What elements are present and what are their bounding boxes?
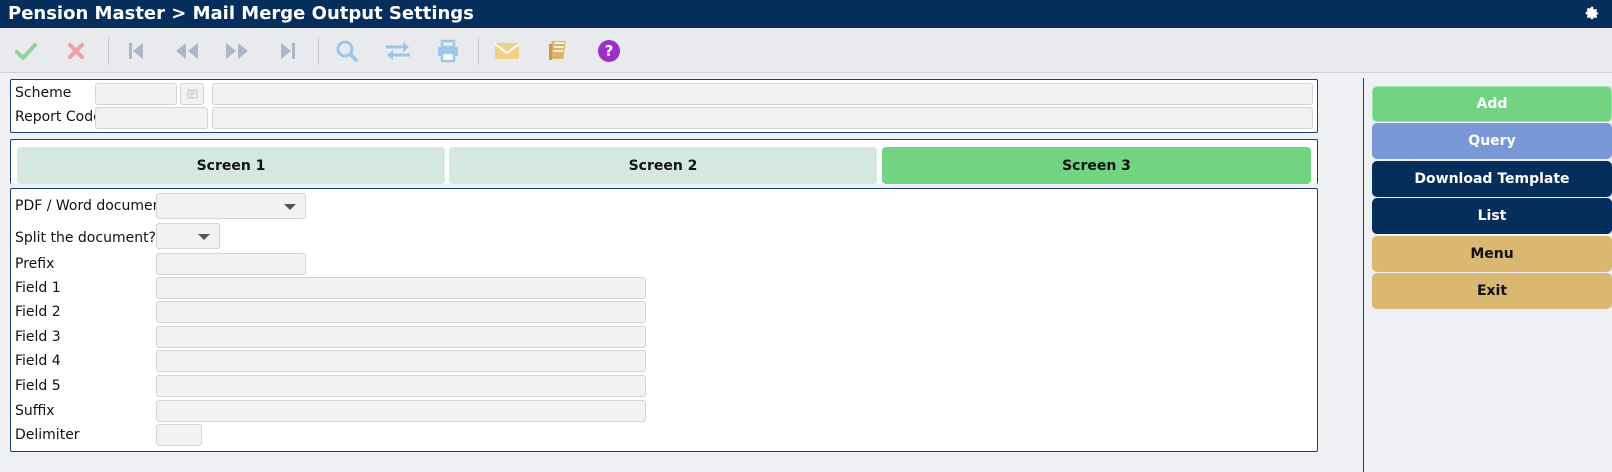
previous-record-icon[interactable] [172,36,202,66]
page-title: Pension Master > Mail Merge Output Setti… [8,3,474,24]
mail-icon[interactable] [492,36,522,66]
toolbar-separator [478,37,479,65]
title-bar: Pension Master > Mail Merge Output Setti… [0,0,1612,28]
first-record-icon[interactable] [121,36,151,66]
field-3-label: Field 3 [15,329,61,345]
field-5-label: Field 5 [15,378,61,394]
gear-icon[interactable] [1584,6,1600,22]
field-2-input[interactable] [156,301,646,323]
field-2-label: Field 2 [15,304,61,320]
svg-text:?: ? [605,42,614,60]
exit-button[interactable]: Exit [1372,273,1612,309]
report-code-description-input[interactable] [212,107,1313,129]
report-code-input[interactable] [95,107,208,129]
print-icon[interactable] [433,36,463,66]
prefix-label: Prefix [15,256,55,272]
suffix-label: Suffix [15,403,55,419]
report-code-label: Report Code [15,109,102,125]
scheme-lookup-button[interactable] [180,83,204,105]
toolbar-separator [108,37,109,65]
tab-screen-1[interactable]: Screen 1 [17,147,445,184]
lookup-icon [187,89,198,99]
split-document-label: Split the document? [15,230,156,246]
field-1-label: Field 1 [15,280,61,296]
add-button[interactable]: Add [1372,86,1612,122]
chevron-down-icon [284,204,296,210]
pdf-word-label: PDF / Word document [15,198,167,214]
menu-button[interactable]: Menu [1372,236,1612,272]
next-record-icon[interactable] [222,36,252,66]
field-3-input[interactable] [156,326,646,348]
sidebar-divider [1363,78,1364,472]
field-4-input[interactable] [156,350,646,372]
scheme-label: Scheme [15,85,72,101]
last-record-icon[interactable] [273,36,303,66]
delimiter-label: Delimiter [15,427,80,443]
prefix-input[interactable] [156,253,306,275]
split-document-select[interactable] [156,223,220,249]
query-button[interactable]: Query [1372,123,1612,159]
toolbar: ? [0,28,1612,73]
notebook-icon[interactable] [543,36,573,66]
scheme-description-input[interactable] [212,83,1313,105]
tab-screen-3[interactable]: Screen 3 [882,147,1311,184]
suffix-input[interactable] [156,400,646,422]
field-4-label: Field 4 [15,353,61,369]
chevron-down-icon [198,234,210,240]
pdf-word-select[interactable] [156,193,306,219]
list-button[interactable]: List [1372,198,1612,234]
scheme-code-input[interactable] [95,83,177,105]
toolbar-separator [318,37,319,65]
help-icon[interactable]: ? [594,36,624,66]
swap-icon[interactable] [383,36,413,66]
delimiter-input[interactable] [156,424,202,446]
field-1-input[interactable] [156,277,646,299]
field-5-input[interactable] [156,375,646,397]
download-template-button[interactable]: Download Template [1372,161,1612,197]
tab-screen-2[interactable]: Screen 2 [449,147,877,184]
search-icon[interactable] [332,36,362,66]
accept-icon[interactable] [11,36,41,66]
cancel-icon[interactable] [61,36,91,66]
